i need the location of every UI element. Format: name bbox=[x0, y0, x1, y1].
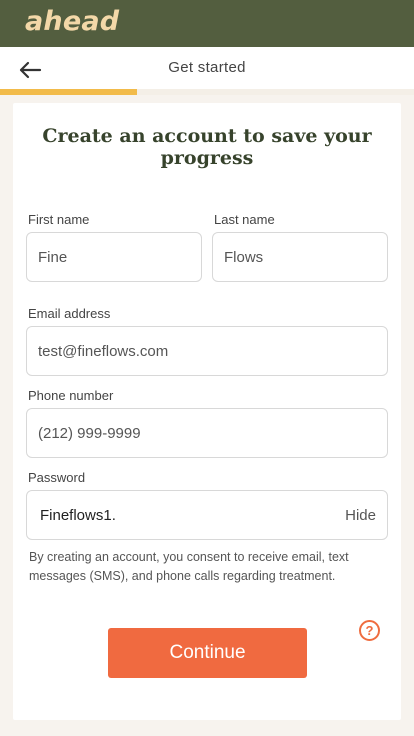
form-headline: Create an account to save your progress bbox=[42, 125, 372, 169]
top-bar: ahead bbox=[0, 0, 414, 47]
nav-bar: Get started bbox=[0, 47, 414, 95]
ahead-logo: ahead bbox=[25, 6, 120, 37]
email-label: Email address bbox=[28, 306, 111, 321]
progress-bar bbox=[0, 89, 137, 95]
phone-field[interactable] bbox=[26, 408, 388, 458]
last-name-input[interactable] bbox=[224, 248, 387, 266]
password-input[interactable] bbox=[38, 506, 387, 524]
first-name-input[interactable] bbox=[38, 248, 201, 266]
password-label: Password bbox=[28, 470, 86, 485]
email-field[interactable] bbox=[26, 326, 388, 376]
password-field[interactable]: Hide bbox=[26, 490, 388, 540]
continue-button[interactable]: Continue bbox=[108, 628, 307, 678]
last-name-field[interactable] bbox=[212, 232, 388, 282]
first-name-label: First name bbox=[28, 212, 90, 227]
consent-text: By creating an account, you consent to r… bbox=[29, 550, 349, 583]
email-input[interactable] bbox=[38, 342, 387, 360]
first-name-field[interactable] bbox=[26, 232, 202, 282]
phone-label: Phone number bbox=[28, 388, 114, 403]
help-icon[interactable]: ? bbox=[359, 620, 380, 641]
password-visibility-toggle[interactable]: Hide bbox=[345, 507, 376, 524]
phone-input[interactable] bbox=[38, 424, 387, 442]
last-name-label: Last name bbox=[214, 212, 275, 227]
page-title: Get started bbox=[168, 59, 246, 76]
